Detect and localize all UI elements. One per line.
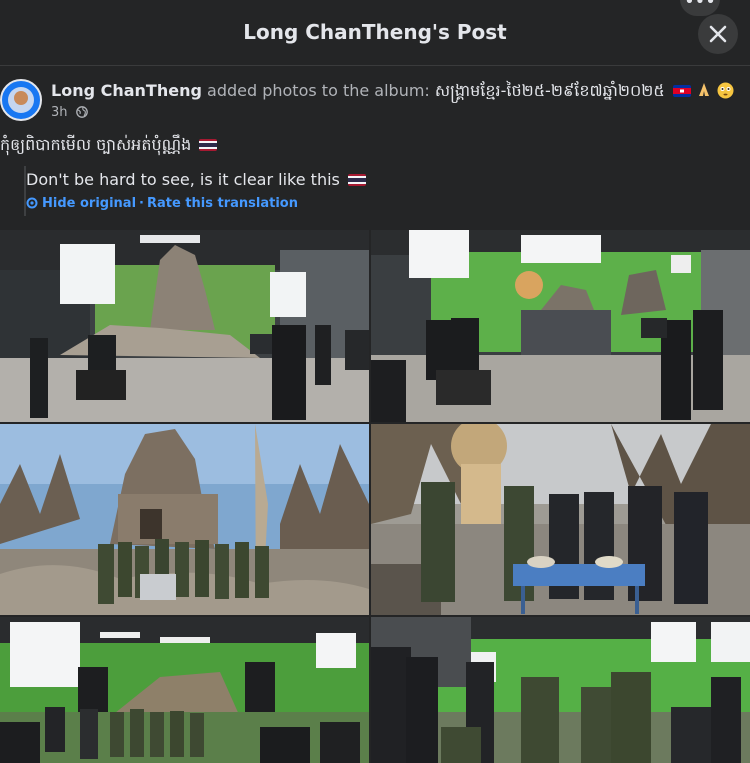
photo-film-set-greenscreen-crew[interactable]: [371, 230, 750, 422]
rate-translation-link[interactable]: Rate this translation: [147, 196, 298, 211]
flag-cambodia-icon: [672, 85, 691, 97]
post-dialog-header: ••• Long ChanTheng's Post: [0, 0, 750, 66]
avatar[interactable]: [0, 79, 42, 121]
translation-links: Hide original · Rate this translation: [26, 196, 298, 213]
photo-film-set-temple-studio[interactable]: [0, 230, 369, 422]
page-title: Long ChanTheng's Post: [243, 20, 507, 44]
translated-caption: Don't be hard to see, is it clear like t…: [26, 170, 340, 189]
photo-soldiers-at-table[interactable]: [371, 424, 750, 615]
post-meta: 3h: [51, 105, 88, 122]
flag-thailand-icon: [347, 174, 366, 186]
translate-icon: [26, 197, 38, 213]
post-time[interactable]: 3h: [51, 105, 68, 120]
translation-block: Don't be hard to see, is it clear like t…: [24, 166, 724, 216]
post-header: Long ChanTheng added photos to the album…: [51, 80, 741, 104]
close-button[interactable]: [698, 14, 738, 54]
post-action: added photos to the album:: [207, 81, 430, 100]
author-name[interactable]: Long ChanTheng: [51, 81, 202, 100]
flushed-face-icon: [717, 82, 734, 103]
close-icon: [709, 25, 727, 43]
photo-grid: [0, 230, 750, 763]
praying-hands-icon: [696, 82, 712, 102]
photo-greenscreen-wide-stage[interactable]: [0, 617, 369, 763]
translation-text: Don't be hard to see, is it clear like t…: [26, 170, 366, 189]
photo-temple-ruins-soldiers[interactable]: [0, 424, 369, 615]
post: Long ChanTheng added photos to the album…: [0, 66, 750, 763]
caption-text: កុំឲ្យពិបាកមើល ច្បាស់អត់បុំណ្ណឹង: [0, 135, 192, 154]
globe-icon: [75, 106, 88, 122]
hide-original-link[interactable]: Hide original: [42, 196, 136, 211]
photo-crew-and-soldiers-greenscreen[interactable]: [371, 617, 750, 763]
avatar-face: [14, 91, 28, 105]
link-separator: ·: [139, 196, 144, 211]
album-link[interactable]: សង្គ្រាមខ្មែរ-ថៃ២៥-២៩ខែ៧ឆ្នាំ២០២៥: [435, 81, 665, 100]
flag-thailand-icon: [199, 139, 218, 151]
post-caption: កុំឲ្យពិបាកមើល ច្បាស់អត់បុំណ្ណឹង: [0, 134, 218, 158]
